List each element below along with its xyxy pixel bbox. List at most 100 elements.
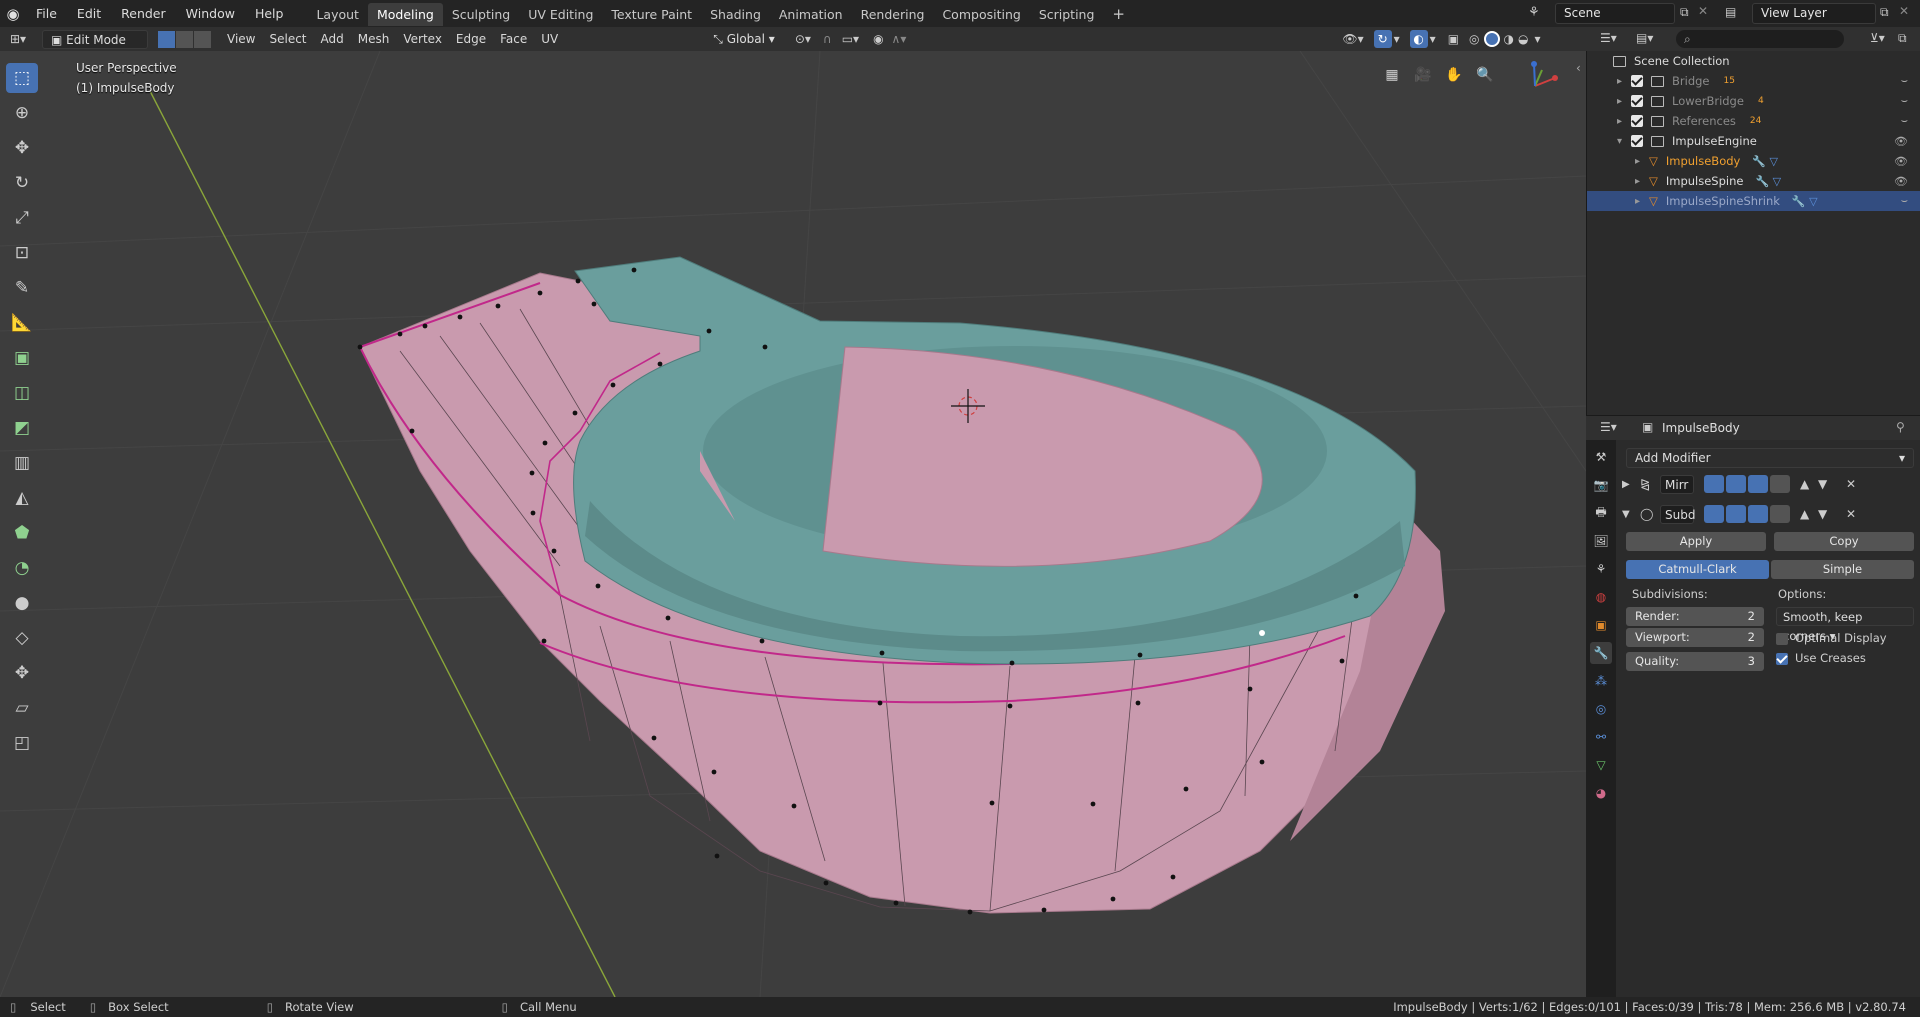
orientation-selector[interactable]: ⤡ Global ▾	[705, 30, 783, 49]
loop-cut-tool-icon[interactable]: ▥	[6, 448, 38, 478]
header-menu-view[interactable]: View	[220, 30, 262, 49]
edge-select-icon[interactable]	[176, 30, 193, 48]
workspace-tab-layout[interactable]: Layout	[307, 3, 368, 26]
xray-icon[interactable]: ▣	[1448, 32, 1459, 46]
outliner-filter-icon[interactable]: ⊻▾	[1870, 31, 1885, 45]
collapsed-arrow-icon[interactable]: ▶	[1622, 479, 1640, 490]
bevel-tool-icon[interactable]: ◩	[6, 413, 38, 443]
outliner-row[interactable]: ▸ Bridge 15 ⌣	[1587, 71, 1920, 91]
smooth-tool-icon[interactable]: ●	[6, 588, 38, 618]
outliner-search-input[interactable]: ⌕	[1676, 30, 1844, 48]
remove-scene-icon[interactable]: ✕	[1698, 4, 1708, 18]
pivot-icon[interactable]: ⊙▾	[795, 32, 811, 46]
optimal-display-checkbox[interactable]: Optimal Display	[1776, 631, 1914, 645]
collapsed-arrow-icon[interactable]: ▸	[1617, 116, 1631, 127]
add-modifier-dropdown[interactable]: Add Modifier ▾	[1626, 448, 1914, 468]
3d-viewport[interactable]: User Perspective (1) ImpulseBody ⬚ ⊕ ✥ ↻…	[0, 51, 1586, 997]
menu-help[interactable]: Help	[245, 0, 294, 27]
gizmo-dropdown-icon[interactable]: ▾	[1394, 32, 1400, 46]
workspace-tab-compositing[interactable]: Compositing	[933, 3, 1029, 26]
workspace-tab-shading[interactable]: Shading	[701, 3, 770, 26]
toggle-ortho-icon[interactable]: ▦	[1379, 62, 1405, 88]
menu-file[interactable]: File	[26, 0, 67, 27]
eye-hidden-icon[interactable]: ⌣	[1901, 194, 1908, 208]
object-tab-icon[interactable]: ▣	[1590, 614, 1612, 636]
menu-render[interactable]: Render	[111, 0, 176, 27]
properties-editor-type-icon[interactable]: ☰▾	[1600, 420, 1617, 434]
header-menu-mesh[interactable]: Mesh	[351, 30, 397, 49]
modifier-header[interactable]: ▼ ◯ Subd ▲ ▼ ✕	[1616, 500, 1920, 528]
pin-icon[interactable]: ⚲	[1896, 420, 1905, 434]
outliner-row[interactable]: ▾ ImpulseEngine 👁	[1587, 131, 1920, 151]
edit-mode-toggle-icon[interactable]	[1704, 505, 1724, 523]
outliner-display-mode-icon[interactable]: ▤▾	[1636, 31, 1653, 45]
scene-icon[interactable]: ⚘	[1528, 5, 1540, 20]
outliner-row[interactable]: ▸ ▽ ImpulseSpine 🔧 ▽ 👁	[1587, 171, 1920, 191]
outliner-row[interactable]: ▸ ▽ ImpulseSpineShrink 🔧 ▽ ⌣	[1587, 191, 1920, 211]
uv-smooth-dropdown[interactable]: Smooth, keep corners ▾	[1776, 607, 1914, 643]
editor-type-icon[interactable]: ⊞▾	[0, 32, 36, 46]
falloff-icon[interactable]: ∧▾	[892, 32, 907, 46]
rendered-shading-icon[interactable]: ◒	[1518, 32, 1528, 46]
move-up-icon[interactable]: ▲	[1800, 477, 1818, 491]
header-menu-vertex[interactable]: Vertex	[396, 30, 449, 49]
workspace-tab-sculpting[interactable]: Sculpting	[443, 3, 519, 26]
header-menu-uv[interactable]: UV	[534, 30, 565, 49]
viewport-toggle-icon[interactable]	[1726, 505, 1746, 523]
workspace-tab-rendering[interactable]: Rendering	[852, 3, 934, 26]
output-tab-icon[interactable]: 🖶	[1590, 502, 1612, 524]
render-toggle-icon[interactable]	[1748, 475, 1768, 493]
workspace-tab-texture-paint[interactable]: Texture Paint	[602, 3, 701, 26]
poly-build-tool-icon[interactable]: ⬟	[6, 518, 38, 548]
overlay-icon[interactable]: ◐	[1409, 30, 1428, 48]
world-tab-icon[interactable]: ◍	[1590, 586, 1612, 608]
move-down-icon[interactable]: ▼	[1818, 477, 1836, 491]
modifier-name-field[interactable]: Subd	[1660, 504, 1695, 524]
outliner-row[interactable]: ▸ ▽ ImpulseBody 🔧 ▽ 👁	[1587, 151, 1920, 171]
modifier-tab-icon[interactable]: 🔧	[1590, 642, 1612, 664]
wireframe-shading-icon[interactable]: ◎	[1469, 32, 1479, 46]
view-layer-selector[interactable]: View Layer	[1752, 3, 1876, 24]
blender-logo-icon[interactable]: ◉	[0, 0, 26, 27]
header-menu-add[interactable]: Add	[314, 30, 351, 49]
vertex-select-icon[interactable]	[158, 30, 175, 48]
render-tab-icon[interactable]: 📷	[1590, 474, 1612, 496]
view-layer-tab-icon[interactable]: 🖼	[1590, 530, 1612, 552]
outliner-root[interactable]: Scene Collection	[1587, 51, 1920, 71]
render-levels-field[interactable]: Render: 2	[1626, 607, 1764, 626]
simple-button[interactable]: Simple	[1771, 560, 1914, 579]
outliner-editor-type-icon[interactable]: ☰▾	[1600, 31, 1617, 45]
menu-window[interactable]: Window	[176, 0, 245, 27]
workspace-tab-animation[interactable]: Animation	[770, 3, 852, 26]
on-cage-toggle-icon[interactable]	[1770, 475, 1790, 493]
modifier-name-field[interactable]: Mirr	[1660, 474, 1694, 494]
eye-icon[interactable]: 👁	[1894, 175, 1908, 188]
move-down-icon[interactable]: ▼	[1818, 507, 1836, 521]
workspace-tab-modeling[interactable]: Modeling	[367, 3, 443, 26]
new-view-layer-icon[interactable]: ⧉	[1880, 5, 1889, 20]
face-select-icon[interactable]	[194, 30, 211, 48]
mode-selector[interactable]: ▣ Edit Mode	[42, 29, 148, 49]
sidebar-toggle-icon[interactable]: ‹	[1576, 61, 1581, 75]
snap-icon[interactable]: ∩	[823, 32, 832, 46]
edit-mode-toggle-icon[interactable]	[1704, 475, 1724, 493]
move-tool-icon[interactable]: ✥	[6, 133, 38, 163]
workspace-tab-scripting[interactable]: Scripting	[1030, 3, 1104, 26]
solid-shading-icon[interactable]	[1483, 31, 1500, 47]
exclude-checkbox-icon[interactable]	[1631, 115, 1643, 127]
scene-tab-icon[interactable]: ⚘	[1590, 558, 1612, 580]
outliner-row[interactable]: ▸ LowerBridge 4 ⌣	[1587, 91, 1920, 111]
outliner-row[interactable]: ▸ References 24 ⌣	[1587, 111, 1920, 131]
knife-tool-icon[interactable]: ◭	[6, 483, 38, 513]
copy-button[interactable]: Copy	[1774, 532, 1914, 551]
collapsed-arrow-icon[interactable]: ▸	[1635, 196, 1649, 207]
eye-hidden-icon[interactable]: ⌣	[1901, 74, 1908, 88]
menu-edit[interactable]: Edit	[67, 0, 111, 27]
header-menu-face[interactable]: Face	[493, 30, 534, 49]
collapsed-arrow-icon[interactable]: ▸	[1617, 96, 1631, 107]
move-up-icon[interactable]: ▲	[1800, 507, 1818, 521]
shrink-fatten-tool-icon[interactable]: ✥	[6, 658, 38, 688]
eye-icon[interactable]: 👁	[1894, 135, 1908, 148]
rotate-tool-icon[interactable]: ↻	[6, 168, 38, 198]
zoom-view-icon[interactable]: 🔍	[1472, 62, 1498, 88]
